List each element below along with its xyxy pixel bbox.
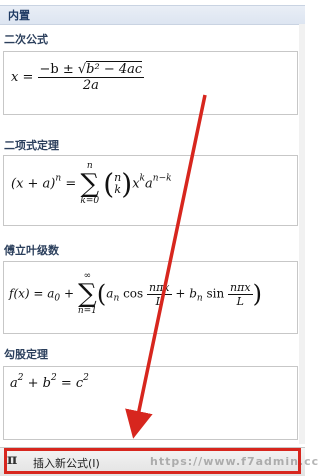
- quadratic-formula: x = −b ± √b² − 4ac 2a: [11, 61, 145, 93]
- formula-text: = c: [56, 376, 84, 391]
- formula-text: nπx: [228, 280, 253, 295]
- formula-text: =: [61, 176, 81, 192]
- formula-text: n−k: [152, 173, 172, 184]
- formula-text: sin: [202, 286, 229, 301]
- formula-text: b² − 4ac: [86, 61, 143, 77]
- summation: ∞ ∑ n=1: [77, 271, 97, 316]
- section-title-binomial: 二项式定理: [4, 139, 59, 152]
- section-title-pythagoras: 勾股定理: [4, 348, 48, 361]
- gallery-header: 内置: [0, 5, 305, 25]
- formula-text: −b ±: [39, 62, 78, 77]
- header-title: 内置: [8, 9, 30, 22]
- scrollbar[interactable]: [299, 24, 305, 444]
- fourier-formula: f(x) = a0 + ∞ ∑ n=1 (an cos nπx L + bn si…: [9, 271, 262, 316]
- formula-text: f(x) = a: [9, 286, 55, 301]
- highlight-box: [4, 448, 301, 474]
- formula-text: nπx: [146, 280, 172, 295]
- formula-text: 2: [83, 373, 89, 383]
- formula-text: + b: [171, 286, 197, 301]
- fourier-formula-item[interactable]: f(x) = a0 + ∞ ∑ n=1 (an cos nπx L + bn si…: [3, 261, 298, 334]
- formula-text: n=1: [77, 306, 97, 316]
- section-title-fourier: 傅立叶级数: [4, 244, 59, 257]
- fraction: nπx L: [146, 280, 172, 308]
- formula-text: L: [155, 294, 163, 308]
- section-title-quadratic: 二次公式: [4, 33, 48, 46]
- formula-text: x: [132, 176, 140, 192]
- pythagoras-formula: a2 + b2 = c2: [10, 373, 89, 391]
- binomial-formula: (x + a)n = n ∑ k=0 (n k)xkan−k: [11, 161, 172, 206]
- formula-text: L: [236, 294, 244, 308]
- formula-text: (x + a): [11, 176, 56, 192]
- formula-text: + b: [23, 376, 51, 391]
- formula-text: a: [10, 376, 18, 391]
- summation: n ∑ k=0: [80, 161, 100, 206]
- formula-text: a: [145, 176, 153, 192]
- quadratic-formula-item[interactable]: x = −b ± √b² − 4ac 2a: [3, 51, 298, 115]
- fraction: nπx L: [228, 281, 253, 308]
- binomial-formula-item[interactable]: (x + a)n = n ∑ k=0 (n k)xkan−k: [3, 155, 298, 226]
- formula-text: cos: [119, 286, 147, 301]
- formula-text: k=0: [80, 196, 100, 206]
- formula-text: +: [60, 286, 78, 301]
- formula-text: x =: [11, 70, 34, 85]
- equation-gallery-panel: 内置 二次公式 x = −b ± √b² − 4ac 2a 二项式定理 (x +…: [0, 0, 318, 476]
- fraction: −b ± √b² − 4ac 2a: [37, 61, 145, 93]
- pythagoras-formula-item[interactable]: a2 + b2 = c2: [3, 366, 298, 440]
- formula-text: 2a: [82, 78, 99, 93]
